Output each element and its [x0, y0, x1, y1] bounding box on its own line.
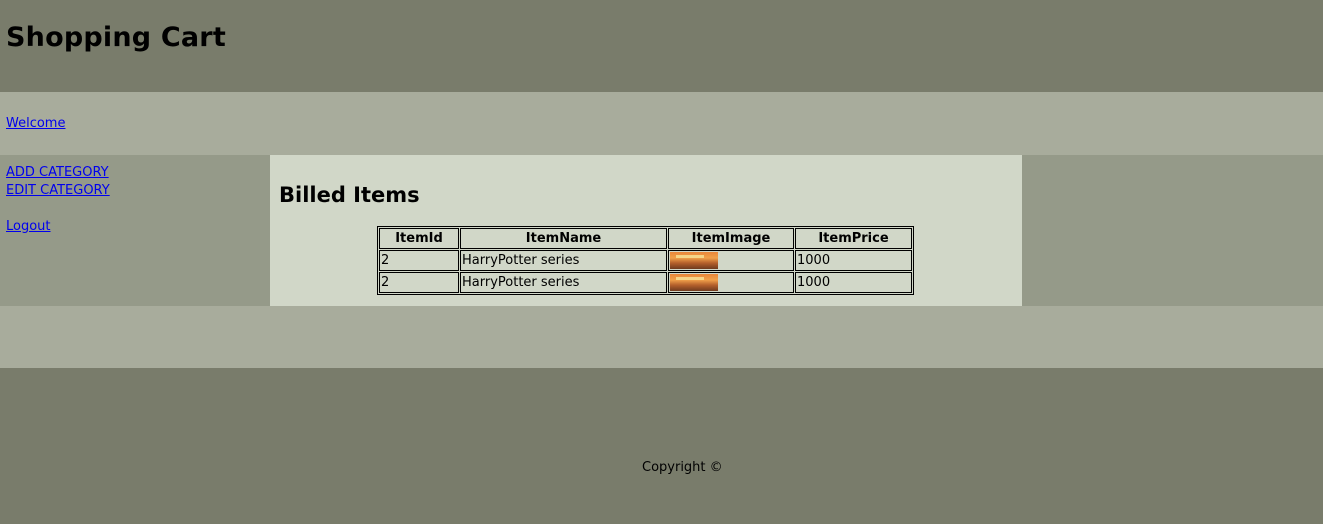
cell-itemimage	[668, 250, 794, 271]
section-heading: Billed Items	[279, 183, 420, 207]
copyright-text: Copyright ©	[642, 460, 723, 475]
table-row: 2 HarryPotter series 1000	[379, 272, 912, 293]
book-cover-image	[670, 252, 718, 269]
book-cover-image	[670, 274, 718, 291]
table-row: 2 HarryPotter series 1000	[379, 250, 912, 271]
cell-itemprice: 1000	[795, 250, 912, 271]
cell-itemname: HarryPotter series	[460, 272, 667, 293]
sidebar: ADD CATEGORY EDIT CATEGORY Logout	[0, 155, 270, 306]
spacer-band	[0, 306, 1323, 368]
welcome-bar: Welcome	[0, 92, 1323, 155]
column-header-itemprice: ItemPrice	[795, 228, 912, 249]
page-header: Shopping Cart	[0, 0, 1323, 92]
sidebar-item-edit-category[interactable]: EDIT CATEGORY	[6, 183, 110, 198]
cell-itemprice: 1000	[795, 272, 912, 293]
cell-itemname: HarryPotter series	[460, 250, 667, 271]
welcome-link[interactable]: Welcome	[6, 116, 65, 131]
column-header-itemimage: ItemImage	[668, 228, 794, 249]
cell-itemid: 2	[379, 250, 459, 271]
column-header-itemname: ItemName	[460, 228, 667, 249]
logout-link[interactable]: Logout	[6, 219, 51, 234]
right-column	[1022, 155, 1323, 306]
page-footer: Copyright ©	[0, 368, 1323, 524]
main-content: Billed Items ItemId ItemName ItemImage I…	[270, 155, 1022, 306]
billed-items-table: ItemId ItemName ItemImage ItemPrice 2 Ha…	[377, 226, 914, 295]
sidebar-item-add-category[interactable]: ADD CATEGORY	[6, 165, 109, 180]
page-title: Shopping Cart	[6, 22, 226, 53]
cell-itemimage	[668, 272, 794, 293]
column-header-itemid: ItemId	[379, 228, 459, 249]
table-header-row: ItemId ItemName ItemImage ItemPrice	[379, 228, 912, 249]
cell-itemid: 2	[379, 272, 459, 293]
